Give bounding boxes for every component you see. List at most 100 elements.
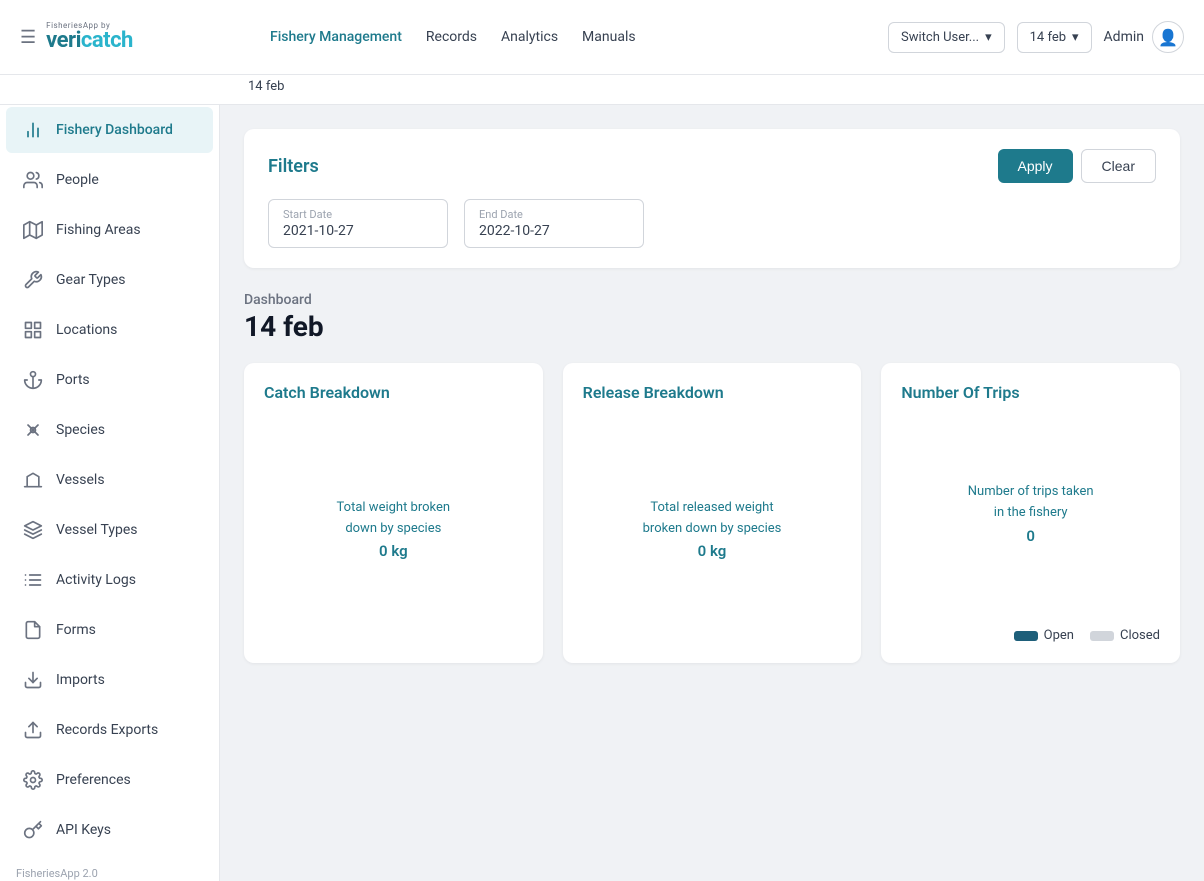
nav-links: Fishery Management Records Analytics Man… <box>270 29 858 45</box>
dashboard-date: 14 feb <box>244 310 1180 343</box>
nav-fishery-management[interactable]: Fishery Management <box>270 29 402 45</box>
sidebar-item-api-keys[interactable]: API Keys <box>6 807 213 853</box>
chart-icon <box>22 119 44 141</box>
release-breakdown-body: Total released weight broken down by spe… <box>583 418 842 643</box>
end-date-label: End Date <box>479 208 629 221</box>
sidebar: Fishery Dashboard People Fishing Areas <box>0 105 220 881</box>
catch-breakdown-body: Total weight broken down by species 0 kg <box>264 418 523 643</box>
end-date-field[interactable]: End Date 2022-10-27 <box>464 199 644 248</box>
release-breakdown-card: Release Breakdown Total released weight … <box>563 363 862 663</box>
nav-manuals[interactable]: Manuals <box>582 29 636 45</box>
main-content: Filters Apply Clear Start Date 2021-10-2… <box>220 105 1204 881</box>
admin-avatar: 👤 <box>1152 21 1184 53</box>
start-date-label: Start Date <box>283 208 433 221</box>
map-icon <box>22 219 44 241</box>
app-logo: FisheriesApp by vericatch <box>46 22 133 52</box>
sidebar-item-label: Fishery Dashboard <box>56 122 173 138</box>
admin-area[interactable]: Admin 👤 <box>1104 21 1184 53</box>
trips-legend: Open Closed <box>901 628 1160 643</box>
sidebar-item-label: Preferences <box>56 772 131 788</box>
legend-open-dot <box>1014 631 1038 641</box>
legend-open: Open <box>1014 628 1074 643</box>
sidebar-item-fishery-dashboard[interactable]: Fishery Dashboard <box>6 107 213 153</box>
sidebar-item-label: Vessel Types <box>56 522 138 538</box>
sidebar-item-preferences[interactable]: Preferences <box>6 757 213 803</box>
end-date-value: 2022-10-27 <box>479 223 629 239</box>
cards-row: Catch Breakdown Total weight broken down… <box>244 363 1180 663</box>
sub-header: 14 feb <box>0 75 1204 105</box>
hamburger-menu[interactable]: ☰ <box>20 27 36 48</box>
sidebar-item-gear-types[interactable]: Gear Types <box>6 257 213 303</box>
nav-analytics[interactable]: Analytics <box>501 29 558 45</box>
wrench-icon <box>22 269 44 291</box>
vessel-icon <box>22 469 44 491</box>
sidebar-item-locations[interactable]: Locations <box>6 307 213 353</box>
sidebar-item-ports[interactable]: Ports <box>6 357 213 403</box>
logo-area: ☰ FisheriesApp by vericatch <box>20 22 240 52</box>
clear-button[interactable]: Clear <box>1081 149 1156 183</box>
start-date-field[interactable]: Start Date 2021-10-27 <box>268 199 448 248</box>
nav-records[interactable]: Records <box>426 29 477 45</box>
anchor-icon <box>22 369 44 391</box>
trips-title: Number Of Trips <box>901 383 1160 402</box>
key-icon <box>22 819 44 841</box>
gear-icon <box>22 769 44 791</box>
filters-title: Filters <box>268 156 319 177</box>
sidebar-footer: FisheriesApp 2.0 <box>0 855 219 881</box>
sidebar-item-forms[interactable]: Forms <box>6 607 213 653</box>
chevron-down-icon: ▾ <box>985 30 992 45</box>
catch-breakdown-card: Catch Breakdown Total weight broken down… <box>244 363 543 663</box>
chevron-down-icon: ▾ <box>1072 30 1079 45</box>
top-navigation: ☰ FisheriesApp by vericatch Fishery Mana… <box>0 0 1204 75</box>
filters-fields: Start Date 2021-10-27 End Date 2022-10-2… <box>268 199 1156 248</box>
sidebar-item-people[interactable]: People <box>6 157 213 203</box>
trips-center-text: Number of trips taken in the fishery 0 <box>968 482 1094 548</box>
sidebar-item-imports[interactable]: Imports <box>6 657 213 703</box>
sidebar-item-vessels[interactable]: Vessels <box>6 457 213 503</box>
filters-actions: Apply Clear <box>998 149 1157 183</box>
people-icon <box>22 169 44 191</box>
layout: Fishery Dashboard People Fishing Areas <box>0 105 1204 881</box>
sidebar-item-label: Forms <box>56 622 96 638</box>
sidebar-item-fishing-areas[interactable]: Fishing Areas <box>6 207 213 253</box>
logo-brand-text: vericatch <box>46 30 133 52</box>
filters-header: Filters Apply Clear <box>268 149 1156 183</box>
sidebar-item-label: Records Exports <box>56 722 158 738</box>
sidebar-item-label: Species <box>56 422 105 438</box>
sidebar-item-label: Activity Logs <box>56 572 136 588</box>
sidebar-item-label: Vessels <box>56 472 105 488</box>
start-date-value: 2021-10-27 <box>283 223 433 239</box>
dashboard-label: Dashboard <box>244 292 1180 308</box>
building-icon <box>22 319 44 341</box>
catch-center-text: Total weight broken down by species 0 kg <box>337 498 451 564</box>
sidebar-item-label: Gear Types <box>56 272 126 288</box>
sidebar-item-label: Imports <box>56 672 105 688</box>
sidebar-item-label: API Keys <box>56 822 111 838</box>
sidebar-item-label: Fishing Areas <box>56 222 141 238</box>
filters-card: Filters Apply Clear Start Date 2021-10-2… <box>244 129 1180 268</box>
sidebar-item-activity-logs[interactable]: Activity Logs <box>6 557 213 603</box>
export-icon <box>22 719 44 741</box>
sidebar-item-label: Ports <box>56 372 90 388</box>
dashboard-header: Dashboard 14 feb <box>244 292 1180 343</box>
sidebar-item-label: Locations <box>56 322 117 338</box>
trips-body: Number of trips taken in the fishery 0 <box>901 418 1160 612</box>
sidebar-item-vessel-types[interactable]: Vessel Types <box>6 507 213 553</box>
fish-icon <box>22 419 44 441</box>
vessel-types-icon <box>22 519 44 541</box>
legend-closed-dot <box>1090 631 1114 641</box>
apply-button[interactable]: Apply <box>998 149 1073 183</box>
sidebar-item-species[interactable]: Species <box>6 407 213 453</box>
number-of-trips-card: Number Of Trips Number of trips taken in… <box>881 363 1180 663</box>
nav-right: Switch User... ▾ 14 feb ▾ Admin 👤 <box>888 21 1184 53</box>
switch-user-button[interactable]: Switch User... ▾ <box>888 22 1005 53</box>
import-icon <box>22 669 44 691</box>
date-selector[interactable]: 14 feb ▾ <box>1017 22 1092 53</box>
release-breakdown-title: Release Breakdown <box>583 383 842 402</box>
catch-breakdown-title: Catch Breakdown <box>264 383 523 402</box>
sidebar-item-records-exports[interactable]: Records Exports <box>6 707 213 753</box>
release-center-text: Total released weight broken down by spe… <box>643 498 782 564</box>
legend-closed: Closed <box>1090 628 1160 643</box>
list-icon <box>22 569 44 591</box>
forms-icon <box>22 619 44 641</box>
